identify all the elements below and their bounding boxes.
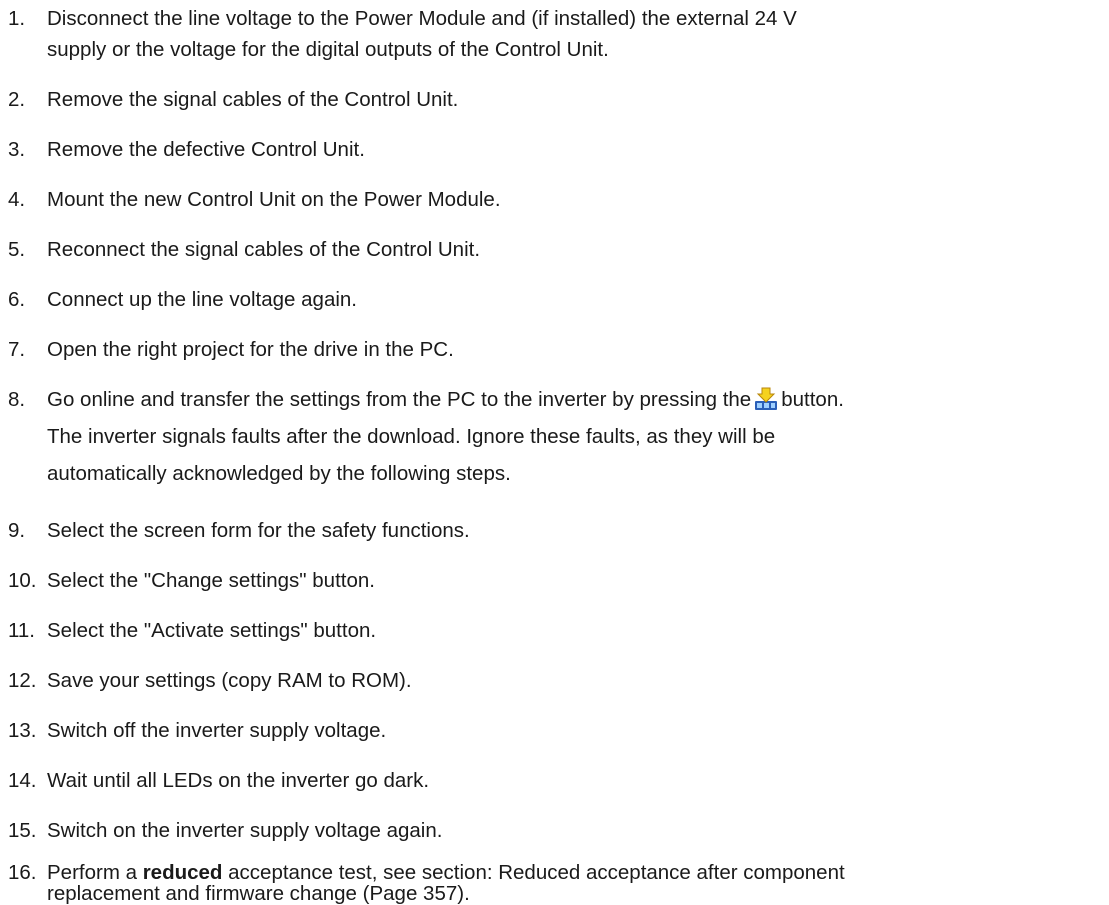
step-text: Remove the defective Control Unit.: [47, 138, 365, 161]
step-number: 5.: [8, 238, 26, 261]
step-number: 7.: [8, 338, 26, 361]
step-text: Go online and transfer the settings from…: [47, 384, 1107, 489]
step-number: 16.: [8, 861, 37, 884]
step-number: 2.: [8, 88, 26, 111]
step-text-segment: acceptance test, see section: Reduced ac…: [228, 861, 845, 884]
step-number: 14.: [8, 769, 37, 792]
step-text: Save your settings (copy RAM to ROM).: [47, 669, 412, 692]
step-text: Open the right project for the drive in …: [47, 338, 454, 361]
step-text: Switch on the inverter supply voltage ag…: [47, 819, 443, 842]
step-number: 1.: [8, 7, 26, 30]
step-text-line: Disconnect the line voltage to the Power…: [47, 7, 797, 30]
step-text-line: Perform a reduced acceptance test, see s…: [47, 862, 1107, 883]
step-text-line: Go online and transfer the settings from…: [47, 384, 1107, 421]
step-number: 10.: [8, 569, 37, 592]
step-text-segment: Go online and transfer the settings from…: [47, 388, 752, 411]
step-text-line: The inverter signals faults after the do…: [47, 425, 776, 448]
step-text: Remove the signal cables of the Control …: [47, 88, 459, 111]
step-text: Mount the new Control Unit on the Power …: [47, 188, 501, 211]
step-text: Select the screen form for the safety fu…: [47, 519, 470, 542]
step-text-line: supply or the voltage for the digital ou…: [47, 38, 609, 61]
step-number: 4.: [8, 188, 26, 211]
step-text-segment: button.: [781, 388, 844, 411]
step-text: Select the "Activate settings" button.: [47, 619, 377, 642]
step-text: Switch off the inverter supply voltage.: [47, 719, 387, 742]
step-text: Perform a reduced acceptance test, see s…: [47, 862, 1107, 904]
emphasis-text: reduced: [142, 861, 223, 884]
step-number: 11.: [8, 619, 35, 642]
step-number: 9.: [8, 519, 26, 542]
step-text: Wait until all LEDs on the inverter go d…: [47, 769, 430, 792]
download-to-device-icon: [755, 387, 778, 410]
step-text: Connect up the line voltage again.: [47, 288, 358, 311]
step-number: 6.: [8, 288, 26, 311]
step-number: 12.: [8, 669, 37, 692]
step-text-line: automatically acknowledged by the follow…: [47, 462, 511, 485]
step-text-line: replacement and firmware change (Page 35…: [47, 882, 470, 905]
step-number: 3.: [8, 138, 26, 161]
step-text: Reconnect the signal cables of the Contr…: [47, 238, 481, 261]
step-number: 15.: [8, 819, 37, 842]
step-text-segment: Perform a: [47, 861, 137, 884]
step-text: Select the "Change settings" button.: [47, 569, 375, 592]
step-number: 13.: [8, 719, 37, 742]
step-text: Disconnect the line voltage to the Power…: [47, 3, 1107, 65]
step-number: 8.: [8, 388, 26, 411]
